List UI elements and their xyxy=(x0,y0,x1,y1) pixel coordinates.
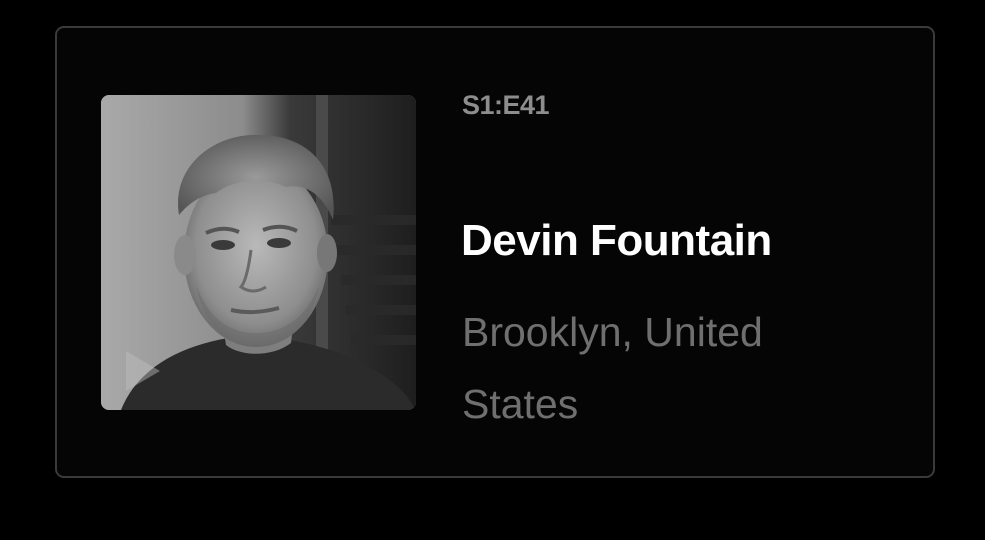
play-icon[interactable] xyxy=(126,351,160,391)
episode-code: S1:E41 xyxy=(462,90,550,120)
guest-location: Brooklyn, United States xyxy=(462,309,763,427)
guest-name: Devin Fountain xyxy=(461,216,772,265)
